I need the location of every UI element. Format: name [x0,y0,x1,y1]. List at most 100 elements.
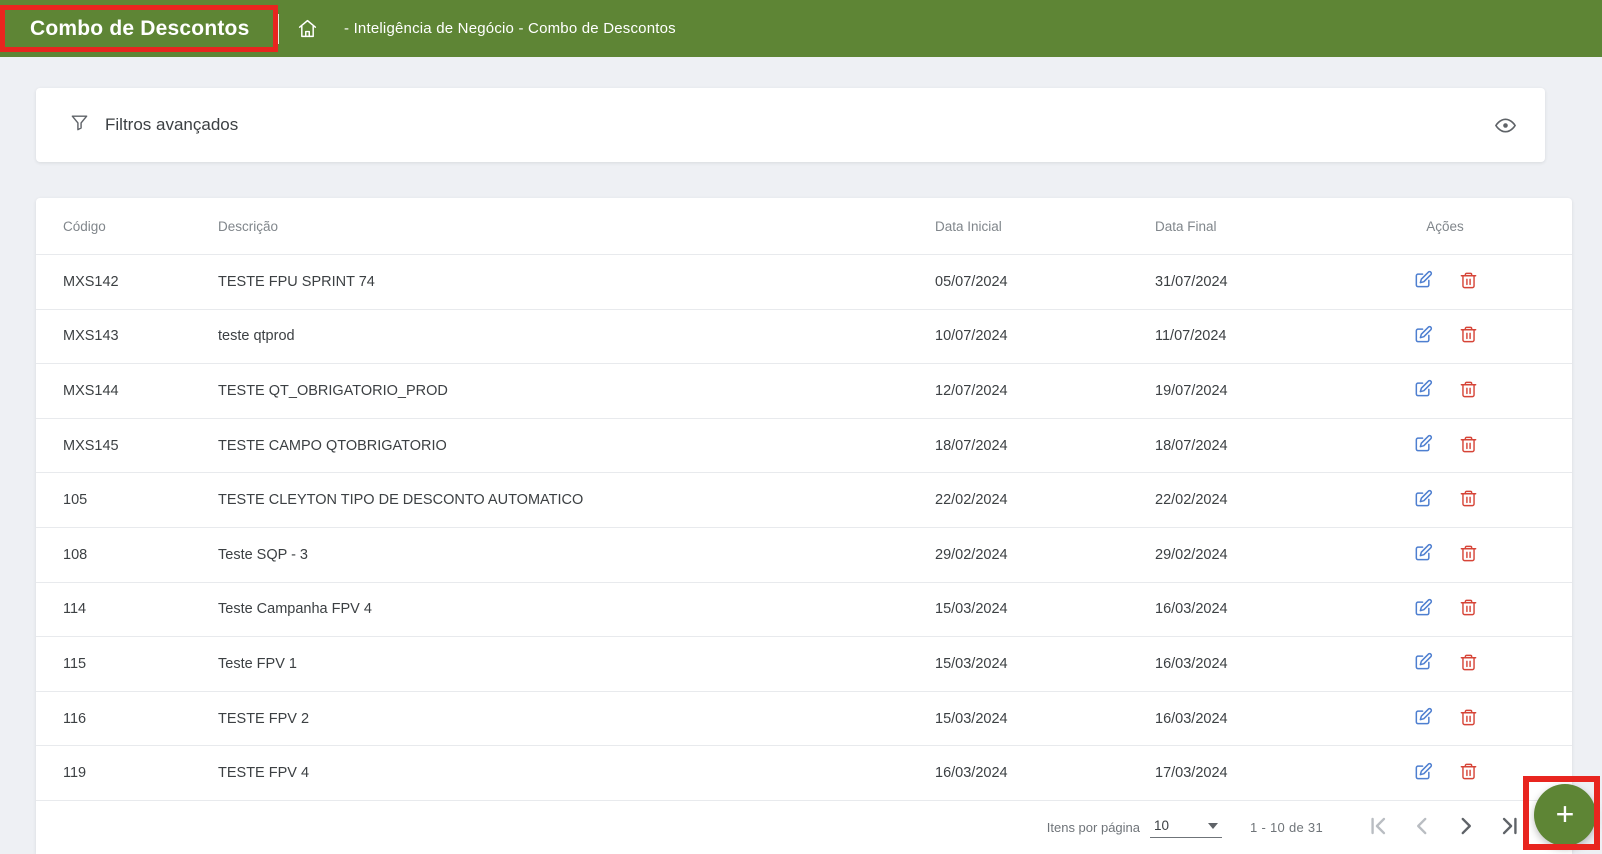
pagination-bar: Itens por página 10 1 - 10 de 31 [36,801,1572,854]
pagination-range: 1 - 10 de 31 [1250,819,1323,835]
home-icon[interactable] [297,18,318,39]
breadcrumb: - Inteligência de Negócio - Combo de Des… [344,20,676,37]
delete-button[interactable] [1459,708,1478,730]
delete-icon [1459,435,1478,457]
cell-codigo: MXS142 [63,273,119,290]
delete-icon [1459,708,1478,730]
table-row: MXS142 TESTE FPU SPRINT 74 05/07/2024 31… [36,255,1572,310]
cell-data-inicial: 16/03/2024 [935,765,1008,782]
cell-descricao: Teste FPV 1 [218,655,297,672]
cell-data-final: 16/03/2024 [1155,655,1228,672]
cell-descricao: TESTE CAMPO QTOBRIGATORIO [218,437,447,454]
cell-data-final: 16/03/2024 [1155,601,1228,618]
cell-codigo: 105 [63,492,88,509]
table-row: 115 Teste FPV 1 15/03/2024 16/03/2024 [36,637,1572,692]
delete-button[interactable] [1459,325,1478,347]
cell-data-final: 11/07/2024 [1155,328,1227,345]
table-row: 119 TESTE FPV 4 16/03/2024 17/03/2024 [36,746,1572,801]
table-header-row: Código Descrição Data Inicial Data Final… [36,198,1572,255]
header-divider [278,13,279,44]
edit-button[interactable] [1413,489,1433,512]
cell-acoes [1345,762,1545,785]
cell-acoes [1345,598,1545,621]
delete-icon [1459,544,1478,566]
cell-codigo: 119 [63,765,87,782]
edit-button[interactable] [1413,707,1433,730]
cell-acoes [1345,489,1545,512]
cell-acoes [1345,543,1545,566]
delete-button[interactable] [1459,380,1478,402]
cell-descricao: TESTE QT_OBRIGATORIO_PROD [218,382,448,399]
cell-acoes [1345,434,1545,457]
cell-codigo: MXS144 [63,382,119,399]
table-body: MXS142 TESTE FPU SPRINT 74 05/07/2024 31… [36,255,1572,801]
filter-funnel-icon [70,113,89,137]
cell-data-final: 31/07/2024 [1155,273,1228,290]
column-header-data-inicial: Data Inicial [935,218,1002,234]
column-header-codigo: Código [63,218,106,234]
table-row: MXS145 TESTE CAMPO QTOBRIGATORIO 18/07/2… [36,419,1572,474]
delete-icon [1459,325,1478,347]
cell-descricao: TESTE FPV 4 [218,765,310,782]
last-page-icon [1497,813,1523,842]
edit-button[interactable] [1413,270,1433,293]
cell-data-final: 16/03/2024 [1155,710,1228,727]
delete-button[interactable] [1459,598,1478,620]
advanced-filters-toggle[interactable]: Filtros avançados [70,113,238,137]
cell-data-inicial: 12/07/2024 [935,382,1008,399]
cell-data-final: 17/03/2024 [1155,765,1228,782]
cell-data-inicial: 15/03/2024 [935,710,1008,727]
delete-button[interactable] [1459,489,1478,511]
edit-button[interactable] [1413,652,1433,675]
delete-button[interactable] [1459,762,1478,784]
cell-data-final: 19/07/2024 [1155,382,1228,399]
cell-data-inicial: 15/03/2024 [935,601,1008,618]
edit-icon [1413,434,1433,457]
cell-codigo: 114 [63,601,87,618]
next-page-icon [1453,813,1479,842]
cell-data-inicial: 18/07/2024 [935,437,1008,454]
delete-icon [1459,653,1478,675]
add-button[interactable]: + [1534,784,1596,846]
edit-button[interactable] [1413,379,1433,402]
cell-codigo: 116 [63,710,87,727]
delete-button[interactable] [1459,653,1478,675]
cell-codigo: MXS145 [63,437,119,454]
first-page-icon [1365,813,1391,842]
cell-data-final: 18/07/2024 [1155,437,1228,454]
previous-page-button[interactable] [1409,813,1435,842]
cell-data-inicial: 05/07/2024 [935,273,1008,290]
next-page-button[interactable] [1453,813,1479,842]
eye-icon[interactable] [1494,114,1517,137]
cell-descricao: TESTE CLEYTON TIPO DE DESCONTO AUTOMATIC… [218,492,584,509]
edit-button[interactable] [1413,762,1433,785]
items-per-page-select[interactable]: 10 [1150,816,1222,839]
column-header-descricao: Descrição [218,218,279,234]
cell-data-final: 22/02/2024 [1155,492,1228,509]
cell-acoes [1345,270,1545,293]
edit-button[interactable] [1413,325,1433,348]
cell-data-final: 29/02/2024 [1155,546,1228,563]
table-row: 114 Teste Campanha FPV 4 15/03/2024 16/0… [36,583,1572,638]
advanced-filters-label: Filtros avançados [105,115,239,134]
last-page-button[interactable] [1497,813,1523,842]
delete-button[interactable] [1459,435,1478,457]
items-per-page-label: Itens por página [1046,819,1140,835]
delete-button[interactable] [1459,544,1478,566]
cell-descricao: Teste SQP - 3 [218,546,308,563]
cell-data-inicial: 15/03/2024 [935,655,1008,672]
edit-icon [1413,543,1433,566]
cell-acoes [1345,325,1545,348]
edit-button[interactable] [1413,598,1433,621]
table-row: MXS143 teste qtprod 10/07/2024 11/07/202… [36,310,1572,365]
delete-button[interactable] [1459,271,1478,293]
page-title: Combo de Descontos [30,16,250,40]
edit-icon [1413,598,1433,621]
cell-descricao: Teste Campanha FPV 4 [218,601,372,618]
edit-button[interactable] [1413,543,1433,566]
first-page-button[interactable] [1365,813,1391,842]
cell-descricao: TESTE FPV 2 [218,710,310,727]
cell-data-inicial: 22/02/2024 [935,492,1008,509]
edit-button[interactable] [1413,434,1433,457]
delete-icon [1459,598,1478,620]
